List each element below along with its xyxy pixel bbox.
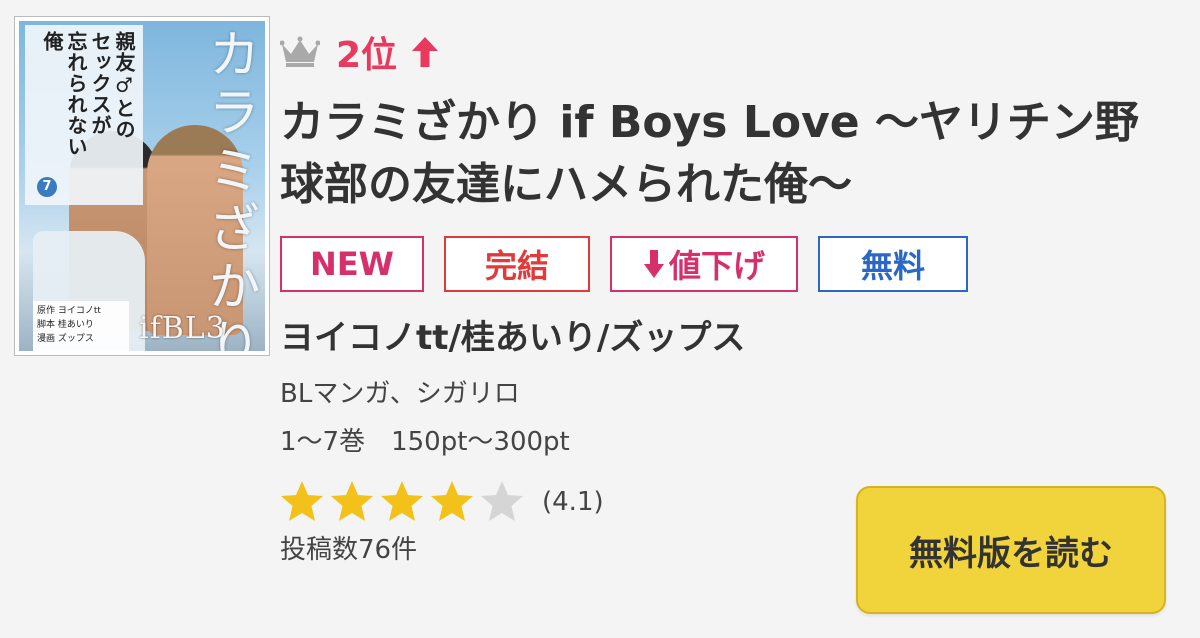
star-rating: (4.1) [278, 476, 604, 528]
cover-ifbl-logo: ifBL3 [139, 311, 226, 346]
book-cover[interactable]: 親友♂との セックスが 忘れられない 俺 7 カラミざかり 原作 ヨイコノtt … [14, 16, 270, 356]
star-filled-icon [381, 481, 423, 521]
volumes-price-line: 1〜7巻 150pt〜300pt [280, 427, 570, 457]
book-card: 親友♂との セックスが 忘れられない 俺 7 カラミざかり 原作 ヨイコノtt … [0, 0, 1200, 638]
tag-new: NEW [280, 236, 424, 292]
arrow-down-icon [643, 250, 664, 278]
tag-list: NEW 完結 値下げ 無料 [280, 236, 968, 292]
star-filled-icon [281, 481, 323, 521]
star-filled-icon [431, 481, 473, 521]
review-count[interactable]: 投稿数76件 [280, 528, 417, 572]
cover-credits: 原作 ヨイコノtt 脚本 桂あいり 漫画 ズップス [33, 301, 129, 351]
cover-series-title: カラミざかり [199, 27, 259, 351]
cover-subtitle-line: 忘れられない [64, 31, 88, 157]
rating-value: (4.1) [542, 487, 604, 517]
author-line[interactable]: ヨイコノtt/桂あいり/ズップス [280, 310, 745, 366]
tag-price-down: 値下げ [610, 236, 798, 292]
cover-volume-badge: 7 [37, 177, 57, 197]
cover-art: 親友♂との セックスが 忘れられない 俺 7 カラミざかり 原作 ヨイコノtt … [19, 21, 265, 351]
cover-title-box: 親友♂との セックスが 忘れられない 俺 7 [25, 25, 143, 205]
rank-label: 2位 [336, 35, 398, 76]
star-empty-icon [481, 481, 523, 521]
read-free-button[interactable]: 無料版を読む [856, 486, 1166, 614]
cover-subtitle-line: 親友♂との [112, 31, 136, 140]
tag-free-label: 無料 [860, 247, 925, 285]
tag-complete-label: 完結 [484, 247, 549, 285]
star-filled-icon [331, 481, 373, 521]
tag-complete: 完結 [444, 236, 590, 292]
tag-price-down-label: 値下げ [668, 247, 765, 285]
tag-free: 無料 [818, 236, 968, 292]
genre-line: BLマンガ、シガリロ [280, 379, 520, 409]
cover-subtitle-line: 俺 [40, 31, 64, 52]
crown-icon [280, 36, 320, 67]
tag-new-label: NEW [310, 245, 394, 283]
book-title[interactable]: カラミざかり if Boys Love 〜ヤリチン野球部の友達にハメられた俺〜 [280, 92, 1180, 216]
cover-subtitle-line: セックスが [88, 31, 112, 136]
cover-credit-line: 原作 ヨイコノtt [37, 306, 101, 316]
cover-credit-line: 脚本 桂あいり [37, 320, 94, 330]
rank-row: 2位 [280, 24, 439, 80]
cover-credit-line: 漫画 ズップス [37, 334, 94, 344]
arrow-up-icon [412, 37, 439, 67]
